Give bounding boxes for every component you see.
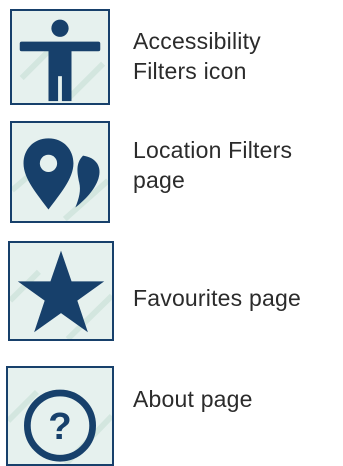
favourites-tile[interactable] xyxy=(8,241,114,341)
accessibility-tile[interactable] xyxy=(10,9,110,105)
help-icon: ? xyxy=(8,368,112,464)
location-icon xyxy=(12,123,108,221)
accessibility-icon xyxy=(12,11,108,103)
about-label: About page xyxy=(133,386,253,412)
svg-text:?: ? xyxy=(48,405,71,448)
favourites-label: Favourites page xyxy=(133,285,301,311)
star-icon xyxy=(10,243,112,339)
location-tile[interactable] xyxy=(10,121,110,223)
about-tile[interactable]: ? xyxy=(6,366,114,466)
location-label: Location Filters page xyxy=(133,137,293,193)
accessibility-label: Accessibility Filters icon xyxy=(133,28,261,84)
legend-row-favourites: Favourites page xyxy=(0,235,343,345)
legend-row-accessibility: Accessibility Filters icon xyxy=(0,0,343,110)
legend-row-location: Location Filters page xyxy=(0,115,343,225)
legend-row-about: ? About page xyxy=(0,358,343,466)
icon-legend: { "colors": { "icon": "#17406b", "tile_b… xyxy=(0,0,343,466)
